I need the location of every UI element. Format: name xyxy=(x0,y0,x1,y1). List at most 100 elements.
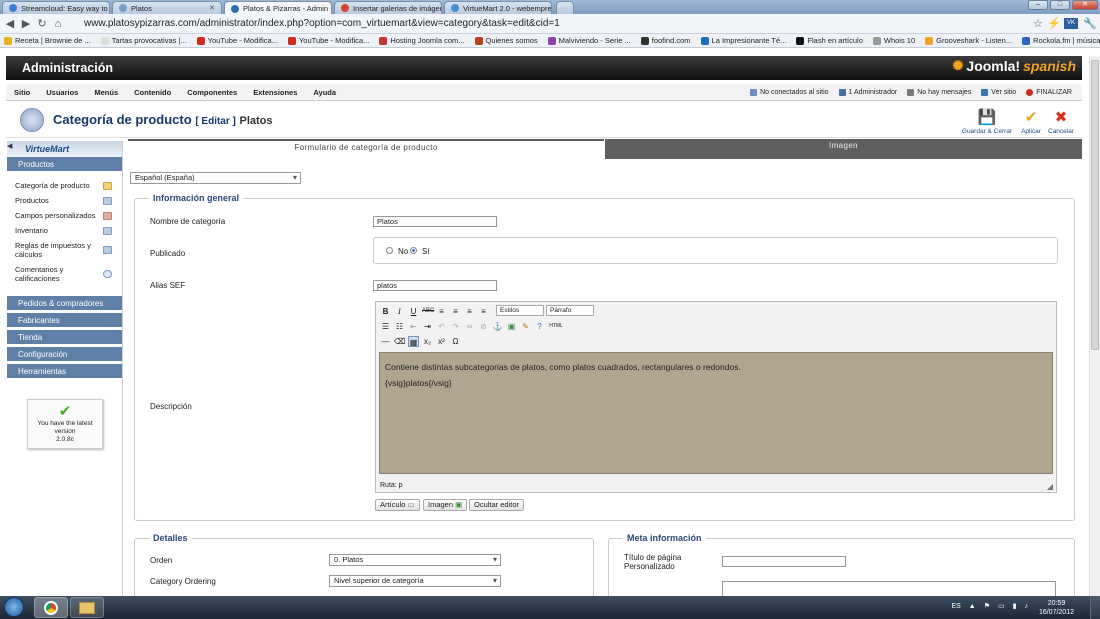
sidebar-section-products[interactable]: Productos xyxy=(7,157,122,172)
bookmark-item[interactable]: Quienes somos xyxy=(474,36,538,45)
cancel-button[interactable]: ✖ Cancelar xyxy=(1048,108,1074,135)
bold-icon[interactable]: B xyxy=(380,306,391,317)
bookmark-item[interactable]: La Impresionante Té... xyxy=(700,36,786,45)
remove-format-icon[interactable]: ⌫ xyxy=(394,336,405,347)
star-icon[interactable]: ☆ xyxy=(1030,17,1046,30)
show-desktop-button[interactable] xyxy=(1090,596,1100,619)
bookmark-item[interactable]: YouTube - Modifica... xyxy=(196,36,278,45)
menu-usuarios[interactable]: Usuarios xyxy=(38,88,86,97)
image-icon[interactable]: ▣ xyxy=(506,321,517,332)
language-indicator[interactable]: ES xyxy=(951,603,960,610)
sidebar-item-tax-rules[interactable]: Reglas de impuestos y cálculos xyxy=(7,241,122,259)
order-select[interactable]: 0. Platos xyxy=(329,554,501,566)
bookmark-item[interactable]: foofind.com xyxy=(640,36,691,45)
browser-tab[interactable]: Platos ✕ xyxy=(112,1,222,14)
format-select[interactable]: Párrafo xyxy=(546,305,594,316)
flag-icon[interactable]: ⚑ xyxy=(984,602,990,610)
browser-tab[interactable]: Insertar galerias de imágen✕ xyxy=(334,1,442,14)
bookmark-item[interactable]: Grooveshark - Listen... xyxy=(925,36,1012,45)
sidebar-item-products[interactable]: Productos xyxy=(7,196,122,205)
align-right-icon[interactable]: ≡ xyxy=(464,306,475,317)
menu-menus[interactable]: Menús xyxy=(86,88,126,97)
status-messages[interactable]: No hay mensajes xyxy=(907,89,971,96)
browser-tab-active[interactable]: Platos & Pizarras - Admin✕ xyxy=(224,1,332,15)
menu-contenido[interactable]: Contenido xyxy=(126,88,179,97)
chrome-taskbar-icon[interactable] xyxy=(34,597,68,618)
superscript-icon[interactable]: x² xyxy=(436,336,447,347)
category-name-input[interactable]: Platos xyxy=(373,216,497,227)
alias-input[interactable]: platos xyxy=(373,280,497,291)
underline-icon[interactable]: U xyxy=(408,306,419,317)
volume-icon[interactable]: ♪ xyxy=(1025,603,1029,610)
subscript-icon[interactable]: x₂ xyxy=(422,336,433,347)
browser-tab[interactable]: Streamcloud: Easy way to✕ xyxy=(2,1,110,14)
tab-category-form[interactable]: Formulario de categoría de producto xyxy=(128,139,604,159)
bookmark-item[interactable]: Receta | Brownie de ... xyxy=(4,36,91,45)
sidebar-item-custom-fields[interactable]: Campos personalizados xyxy=(7,211,122,220)
sidebar-section-config[interactable]: Configuración xyxy=(7,347,122,362)
bullet-list-icon[interactable]: ☰ xyxy=(380,321,391,332)
radio-yes[interactable] xyxy=(410,247,417,254)
align-center-icon[interactable]: ≡ xyxy=(450,306,461,317)
new-tab-button[interactable] xyxy=(556,1,574,14)
sidebar-section-shop[interactable]: Tienda xyxy=(7,330,122,345)
menu-ayuda[interactable]: Ayuda xyxy=(305,88,344,97)
home-icon[interactable]: ⌂ xyxy=(50,18,66,30)
menu-extensiones[interactable]: Extensiones xyxy=(245,88,305,97)
link-icon[interactable]: ∞ xyxy=(464,321,475,332)
custom-page-title-input[interactable] xyxy=(722,556,846,567)
sidebar-section-orders[interactable]: Pedidos & compradores xyxy=(7,296,122,311)
minimize-icon[interactable]: – xyxy=(1028,0,1048,10)
close-window-icon[interactable]: ✕ xyxy=(1072,0,1098,10)
help-icon[interactable]: ? xyxy=(534,321,545,332)
logout-link[interactable]: FINALIZAR xyxy=(1026,89,1072,96)
sidebar-item-category[interactable]: Categoría de producto xyxy=(7,181,122,190)
apply-button[interactable]: ✔ Aplicar xyxy=(1018,108,1044,135)
browser-tab[interactable]: VirtueMart 2.0 - webempre✕ xyxy=(444,1,552,14)
reload-icon[interactable]: ↻ xyxy=(34,17,50,30)
bookmark-item[interactable]: Tartas provocativas |... xyxy=(100,36,187,45)
sidebar-item-inventory[interactable]: Inventario xyxy=(7,226,122,235)
close-icon[interactable]: ✕ xyxy=(328,5,331,13)
explorer-taskbar-icon[interactable] xyxy=(70,597,104,618)
menu-componentes[interactable]: Componentes xyxy=(179,88,245,97)
category-ordering-select[interactable]: Nivel superior de categoría xyxy=(329,575,501,587)
close-icon[interactable]: ✕ xyxy=(108,4,109,12)
html-icon[interactable]: HTML xyxy=(548,321,564,332)
bookmark-item[interactable]: Malviviendo - Serie ... xyxy=(547,36,631,45)
status-visitors[interactable]: No conectados al sitio xyxy=(750,89,829,96)
italic-icon[interactable]: I xyxy=(394,306,405,317)
taskbar-clock[interactable]: 20:59 16/07/2012 xyxy=(1039,599,1074,617)
start-button[interactable] xyxy=(4,597,24,617)
collapse-icon[interactable]: ◀ xyxy=(7,142,12,156)
tray-expand-icon[interactable]: ▲ xyxy=(969,603,976,610)
special-char-icon[interactable]: Ω xyxy=(450,336,461,347)
page-scrollbar[interactable] xyxy=(1089,56,1100,601)
sidebar-item-reviews[interactable]: Comentarios y calificaciones xyxy=(7,265,122,283)
cleanup-icon[interactable]: ✎ xyxy=(520,321,531,332)
indent-icon[interactable]: ⇥ xyxy=(422,321,433,332)
menu-sitio[interactable]: Sitio xyxy=(6,88,38,97)
close-icon[interactable]: ✕ xyxy=(205,4,215,12)
sidebar-section-manufacturers[interactable]: Fabricantes xyxy=(7,313,122,328)
styles-select[interactable]: Estilos xyxy=(496,305,544,316)
url-input[interactable]: www.platosypizarras.com/administrator/in… xyxy=(70,17,1040,31)
visual-aid-icon[interactable]: ▦ xyxy=(408,335,419,347)
save-close-button[interactable]: 💾 Guardar & Cerrar xyxy=(960,108,1014,135)
scrollbar-thumb[interactable] xyxy=(1091,60,1099,350)
vk-extension-icon[interactable]: VK xyxy=(1064,18,1078,29)
hide-editor-button[interactable]: Ocultar editor xyxy=(469,499,525,511)
unlink-icon[interactable]: ⊘ xyxy=(478,321,489,332)
align-left-icon[interactable]: ≡ xyxy=(436,306,447,317)
forward-icon[interactable]: ▶ xyxy=(18,17,34,30)
outdent-icon[interactable]: ⇤ xyxy=(408,321,419,332)
display-icon[interactable]: ▭ xyxy=(998,602,1005,610)
sidebar-section-tools[interactable]: Herramientas xyxy=(7,364,122,379)
resize-handle-icon[interactable]: ◢ xyxy=(1047,482,1053,491)
view-site-link[interactable]: Ver sitio xyxy=(981,89,1016,96)
radio-no[interactable] xyxy=(386,247,393,254)
image-button[interactable]: Imagen ▣ xyxy=(423,499,468,511)
strikethrough-icon[interactable]: ABC xyxy=(422,306,434,317)
tab-image[interactable]: Imagen xyxy=(605,139,1082,159)
bookmark-item[interactable]: YouTube - Modifica... xyxy=(287,36,369,45)
